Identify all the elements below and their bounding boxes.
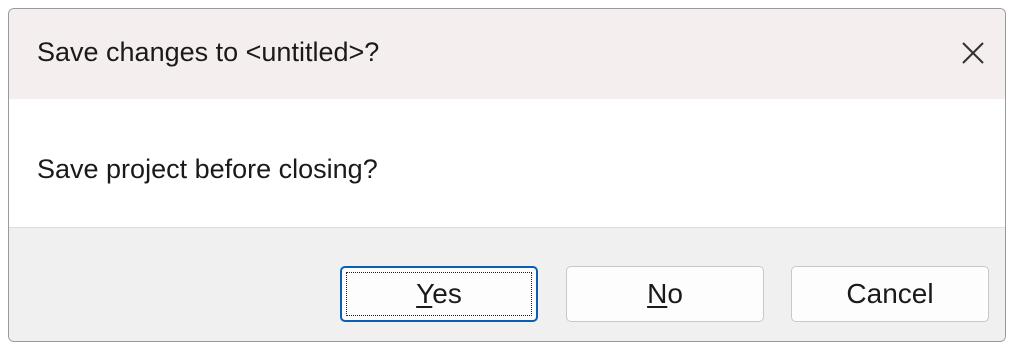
- dialog-title: Save changes to <untitled>?: [37, 37, 380, 67]
- no-button-label: No: [647, 278, 683, 310]
- close-button[interactable]: [949, 29, 997, 77]
- close-icon: [962, 42, 984, 64]
- no-button[interactable]: No: [566, 266, 764, 322]
- cancel-button-label: Cancel: [846, 278, 934, 309]
- no-label-rest: o: [667, 278, 683, 309]
- save-changes-dialog: Save changes to <untitled>? Save project…: [8, 8, 1006, 342]
- yes-button-label: Yes: [416, 278, 462, 310]
- no-accelerator: N: [647, 278, 668, 309]
- dialog-content: Save project before closing?: [9, 99, 1005, 227]
- button-bar: Yes No Cancel: [9, 227, 1005, 341]
- cancel-button[interactable]: Cancel: [791, 266, 989, 322]
- yes-label-rest: es: [432, 278, 462, 309]
- dialog-message: Save project before closing?: [37, 154, 378, 184]
- yes-button[interactable]: Yes: [340, 266, 538, 322]
- yes-accelerator: Y: [416, 278, 433, 309]
- title-bar: Save changes to <untitled>?: [9, 9, 1005, 99]
